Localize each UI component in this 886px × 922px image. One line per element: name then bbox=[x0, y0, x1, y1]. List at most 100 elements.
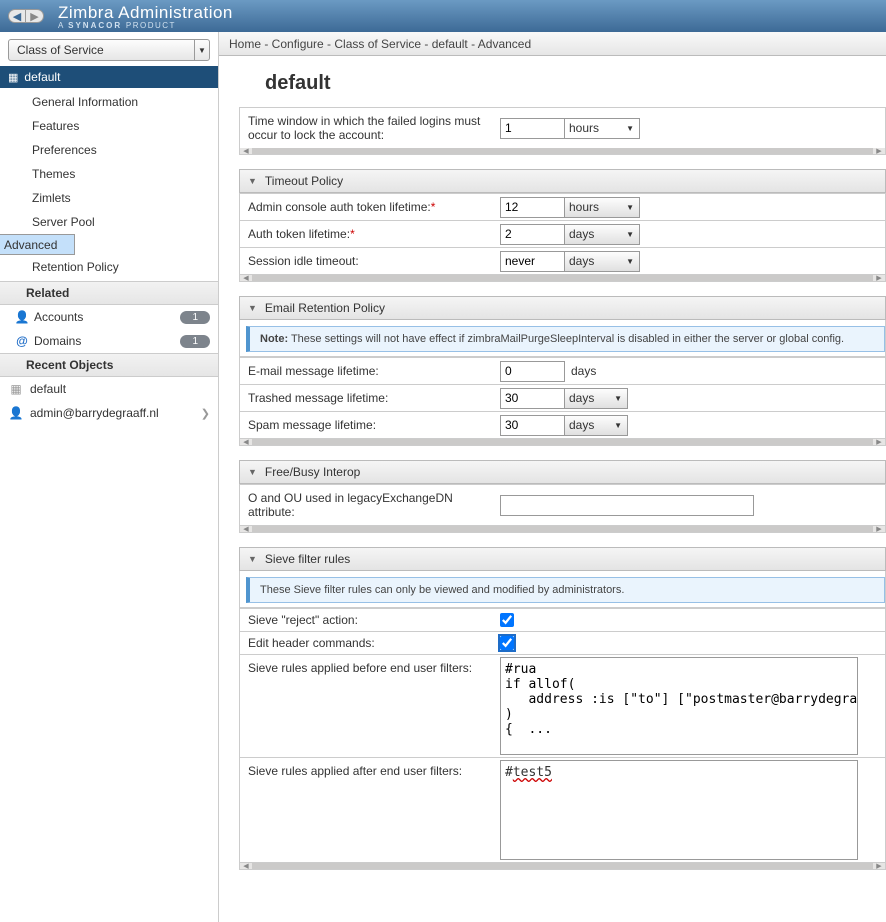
admin-lifetime-input[interactable] bbox=[500, 197, 565, 218]
field-label: Auth token lifetime:* bbox=[240, 223, 500, 245]
note-box: These Sieve filter rules can only be vie… bbox=[246, 577, 885, 603]
section-email-header[interactable]: ▼Email Retention Policy bbox=[239, 296, 886, 320]
horizontal-scrollbar[interactable]: ◀▶ bbox=[239, 526, 886, 533]
tree-root[interactable]: ▦ default bbox=[0, 66, 218, 88]
chevron-down-icon: ▼ bbox=[626, 257, 634, 266]
related-header: Related bbox=[0, 281, 218, 305]
recent-label: admin@barrydegraaff.nl bbox=[30, 406, 159, 420]
sidebar-item-advanced[interactable]: Advanced bbox=[0, 234, 75, 255]
field-label: Sieve rules applied before end user filt… bbox=[240, 657, 500, 679]
recent-header: Recent Objects bbox=[0, 353, 218, 377]
cos-icon: ▦ bbox=[8, 382, 24, 396]
sieve-before-row: Sieve rules applied before end user filt… bbox=[239, 654, 886, 757]
page-title: default bbox=[219, 56, 886, 107]
cos-icon: ▦ bbox=[8, 71, 18, 84]
chevron-right-icon: ❯ bbox=[201, 407, 210, 420]
trashed-unit-select[interactable]: days▼ bbox=[564, 388, 628, 409]
collapse-icon: ▼ bbox=[248, 176, 257, 186]
cos-dropdown-label: Class of Service bbox=[17, 43, 104, 57]
related-label: Domains bbox=[34, 334, 81, 348]
field-label: Edit header commands: bbox=[240, 634, 500, 652]
sidebar-item-themes[interactable]: Themes bbox=[0, 162, 218, 186]
legacy-dn-input[interactable] bbox=[500, 495, 754, 516]
collapse-icon: ▼ bbox=[248, 467, 257, 477]
session-idle-unit-select[interactable]: days▼ bbox=[564, 251, 640, 272]
sidebar-item-features[interactable]: Features bbox=[0, 114, 218, 138]
recent-item-default[interactable]: ▦ default bbox=[0, 377, 218, 401]
field-label: Sieve "reject" action: bbox=[240, 611, 500, 629]
sidebar-item-general-information[interactable]: General Information bbox=[0, 90, 218, 114]
spam-unit-select[interactable]: days▼ bbox=[564, 415, 628, 436]
auth-lifetime-input[interactable] bbox=[500, 224, 565, 245]
horizontal-scrollbar[interactable]: ◀▶ bbox=[239, 148, 886, 155]
freebusy-row: O and OU used in legacyExchangeDN attrib… bbox=[239, 484, 886, 526]
horizontal-scrollbar[interactable]: ◀▶ bbox=[239, 863, 886, 870]
email-row-trashed: Trashed message lifetime: days▼ bbox=[239, 384, 886, 411]
count-badge: 1 bbox=[180, 335, 210, 348]
lockout-row: Time window in which the failed logins m… bbox=[239, 107, 886, 148]
field-label: E-mail message lifetime: bbox=[240, 360, 500, 382]
sieve-before-textarea[interactable] bbox=[500, 657, 858, 755]
session-idle-input[interactable] bbox=[500, 251, 565, 272]
tree-root-label: default bbox=[24, 70, 60, 84]
field-label: Trashed message lifetime: bbox=[240, 387, 500, 409]
section-timeout-header[interactable]: ▼Timeout Policy bbox=[239, 169, 886, 193]
related-item-domains[interactable]: @ Domains 1 bbox=[0, 329, 218, 353]
sidebar-item-preferences[interactable]: Preferences bbox=[0, 138, 218, 162]
lockout-value-input[interactable] bbox=[500, 118, 565, 139]
sieve-edit-checkbox[interactable] bbox=[500, 636, 514, 650]
sidebar-item-retention-policy[interactable]: Retention Policy bbox=[0, 255, 218, 279]
sidebar-item-server-pool[interactable]: Server Pool bbox=[0, 210, 218, 234]
brand-block: Zimbra Administration A SYNACOR PRODUCT bbox=[58, 3, 233, 30]
recent-item-admin[interactable]: 👤 admin@barrydegraaff.nl ❯ bbox=[0, 401, 218, 425]
lockout-label: Time window in which the failed logins m… bbox=[240, 110, 500, 146]
nav-forward-button[interactable]: ▶ bbox=[26, 9, 44, 23]
field-label: Session idle timeout: bbox=[240, 250, 500, 272]
sieve-after-textarea[interactable]: #test5 bbox=[500, 760, 858, 860]
at-icon: @ bbox=[14, 334, 30, 348]
lockout-unit-select[interactable]: hours▼ bbox=[564, 118, 640, 139]
sieve-edit-row: Edit header commands: bbox=[239, 631, 886, 654]
email-row-lifetime: E-mail message lifetime: days bbox=[239, 357, 886, 384]
chevron-down-icon: ▼ bbox=[194, 40, 209, 60]
chevron-down-icon: ▼ bbox=[626, 124, 634, 133]
field-label: O and OU used in legacyExchangeDN attrib… bbox=[240, 487, 500, 523]
brand-title: Zimbra Administration bbox=[58, 3, 233, 23]
field-label: Admin console auth token lifetime:* bbox=[240, 196, 500, 218]
nav-back-button[interactable]: ◀ bbox=[8, 9, 26, 23]
horizontal-scrollbar[interactable]: ◀▶ bbox=[239, 275, 886, 282]
chevron-down-icon: ▼ bbox=[614, 421, 622, 430]
related-label: Accounts bbox=[34, 310, 83, 324]
admin-lifetime-unit-select[interactable]: hours▼ bbox=[564, 197, 640, 218]
timeout-row-idle: Session idle timeout: days▼ bbox=[239, 247, 886, 275]
auth-lifetime-unit-select[interactable]: days▼ bbox=[564, 224, 640, 245]
field-label: Sieve rules applied after end user filte… bbox=[240, 760, 500, 782]
chevron-down-icon: ▼ bbox=[614, 394, 622, 403]
history-nav: ◀ ▶ bbox=[8, 9, 44, 23]
unit-text: days bbox=[571, 364, 596, 378]
recent-label: default bbox=[30, 382, 66, 396]
chevron-down-icon: ▼ bbox=[626, 203, 634, 212]
collapse-icon: ▼ bbox=[248, 303, 257, 313]
field-label: Spam message lifetime: bbox=[240, 414, 500, 436]
app-header: ◀ ▶ Zimbra Administration A SYNACOR PROD… bbox=[0, 0, 886, 32]
section-freebusy-header[interactable]: ▼Free/Busy Interop bbox=[239, 460, 886, 484]
user-icon: 👤 bbox=[14, 310, 30, 324]
related-item-accounts[interactable]: 👤 Accounts 1 bbox=[0, 305, 218, 329]
collapse-icon: ▼ bbox=[248, 554, 257, 564]
section-sieve-header[interactable]: ▼Sieve filter rules bbox=[239, 547, 886, 571]
email-row-spam: Spam message lifetime: days▼ bbox=[239, 411, 886, 439]
chevron-down-icon: ▼ bbox=[626, 230, 634, 239]
tree-list: General Information Features Preferences… bbox=[0, 88, 218, 281]
cos-dropdown-button[interactable]: Class of Service ▼ bbox=[8, 39, 210, 61]
note-box: Note: These settings will not have effec… bbox=[246, 326, 885, 352]
sieve-reject-row: Sieve "reject" action: bbox=[239, 608, 886, 631]
timeout-row-auth: Auth token lifetime:* days▼ bbox=[239, 220, 886, 247]
horizontal-scrollbar[interactable]: ◀▶ bbox=[239, 439, 886, 446]
sieve-reject-checkbox[interactable] bbox=[500, 613, 514, 627]
sidebar-item-zimlets[interactable]: Zimlets bbox=[0, 186, 218, 210]
trashed-lifetime-input[interactable] bbox=[500, 388, 565, 409]
email-lifetime-input[interactable] bbox=[500, 361, 565, 382]
sidebar: Class of Service ▼ ▦ default General Inf… bbox=[0, 32, 219, 922]
spam-lifetime-input[interactable] bbox=[500, 415, 565, 436]
